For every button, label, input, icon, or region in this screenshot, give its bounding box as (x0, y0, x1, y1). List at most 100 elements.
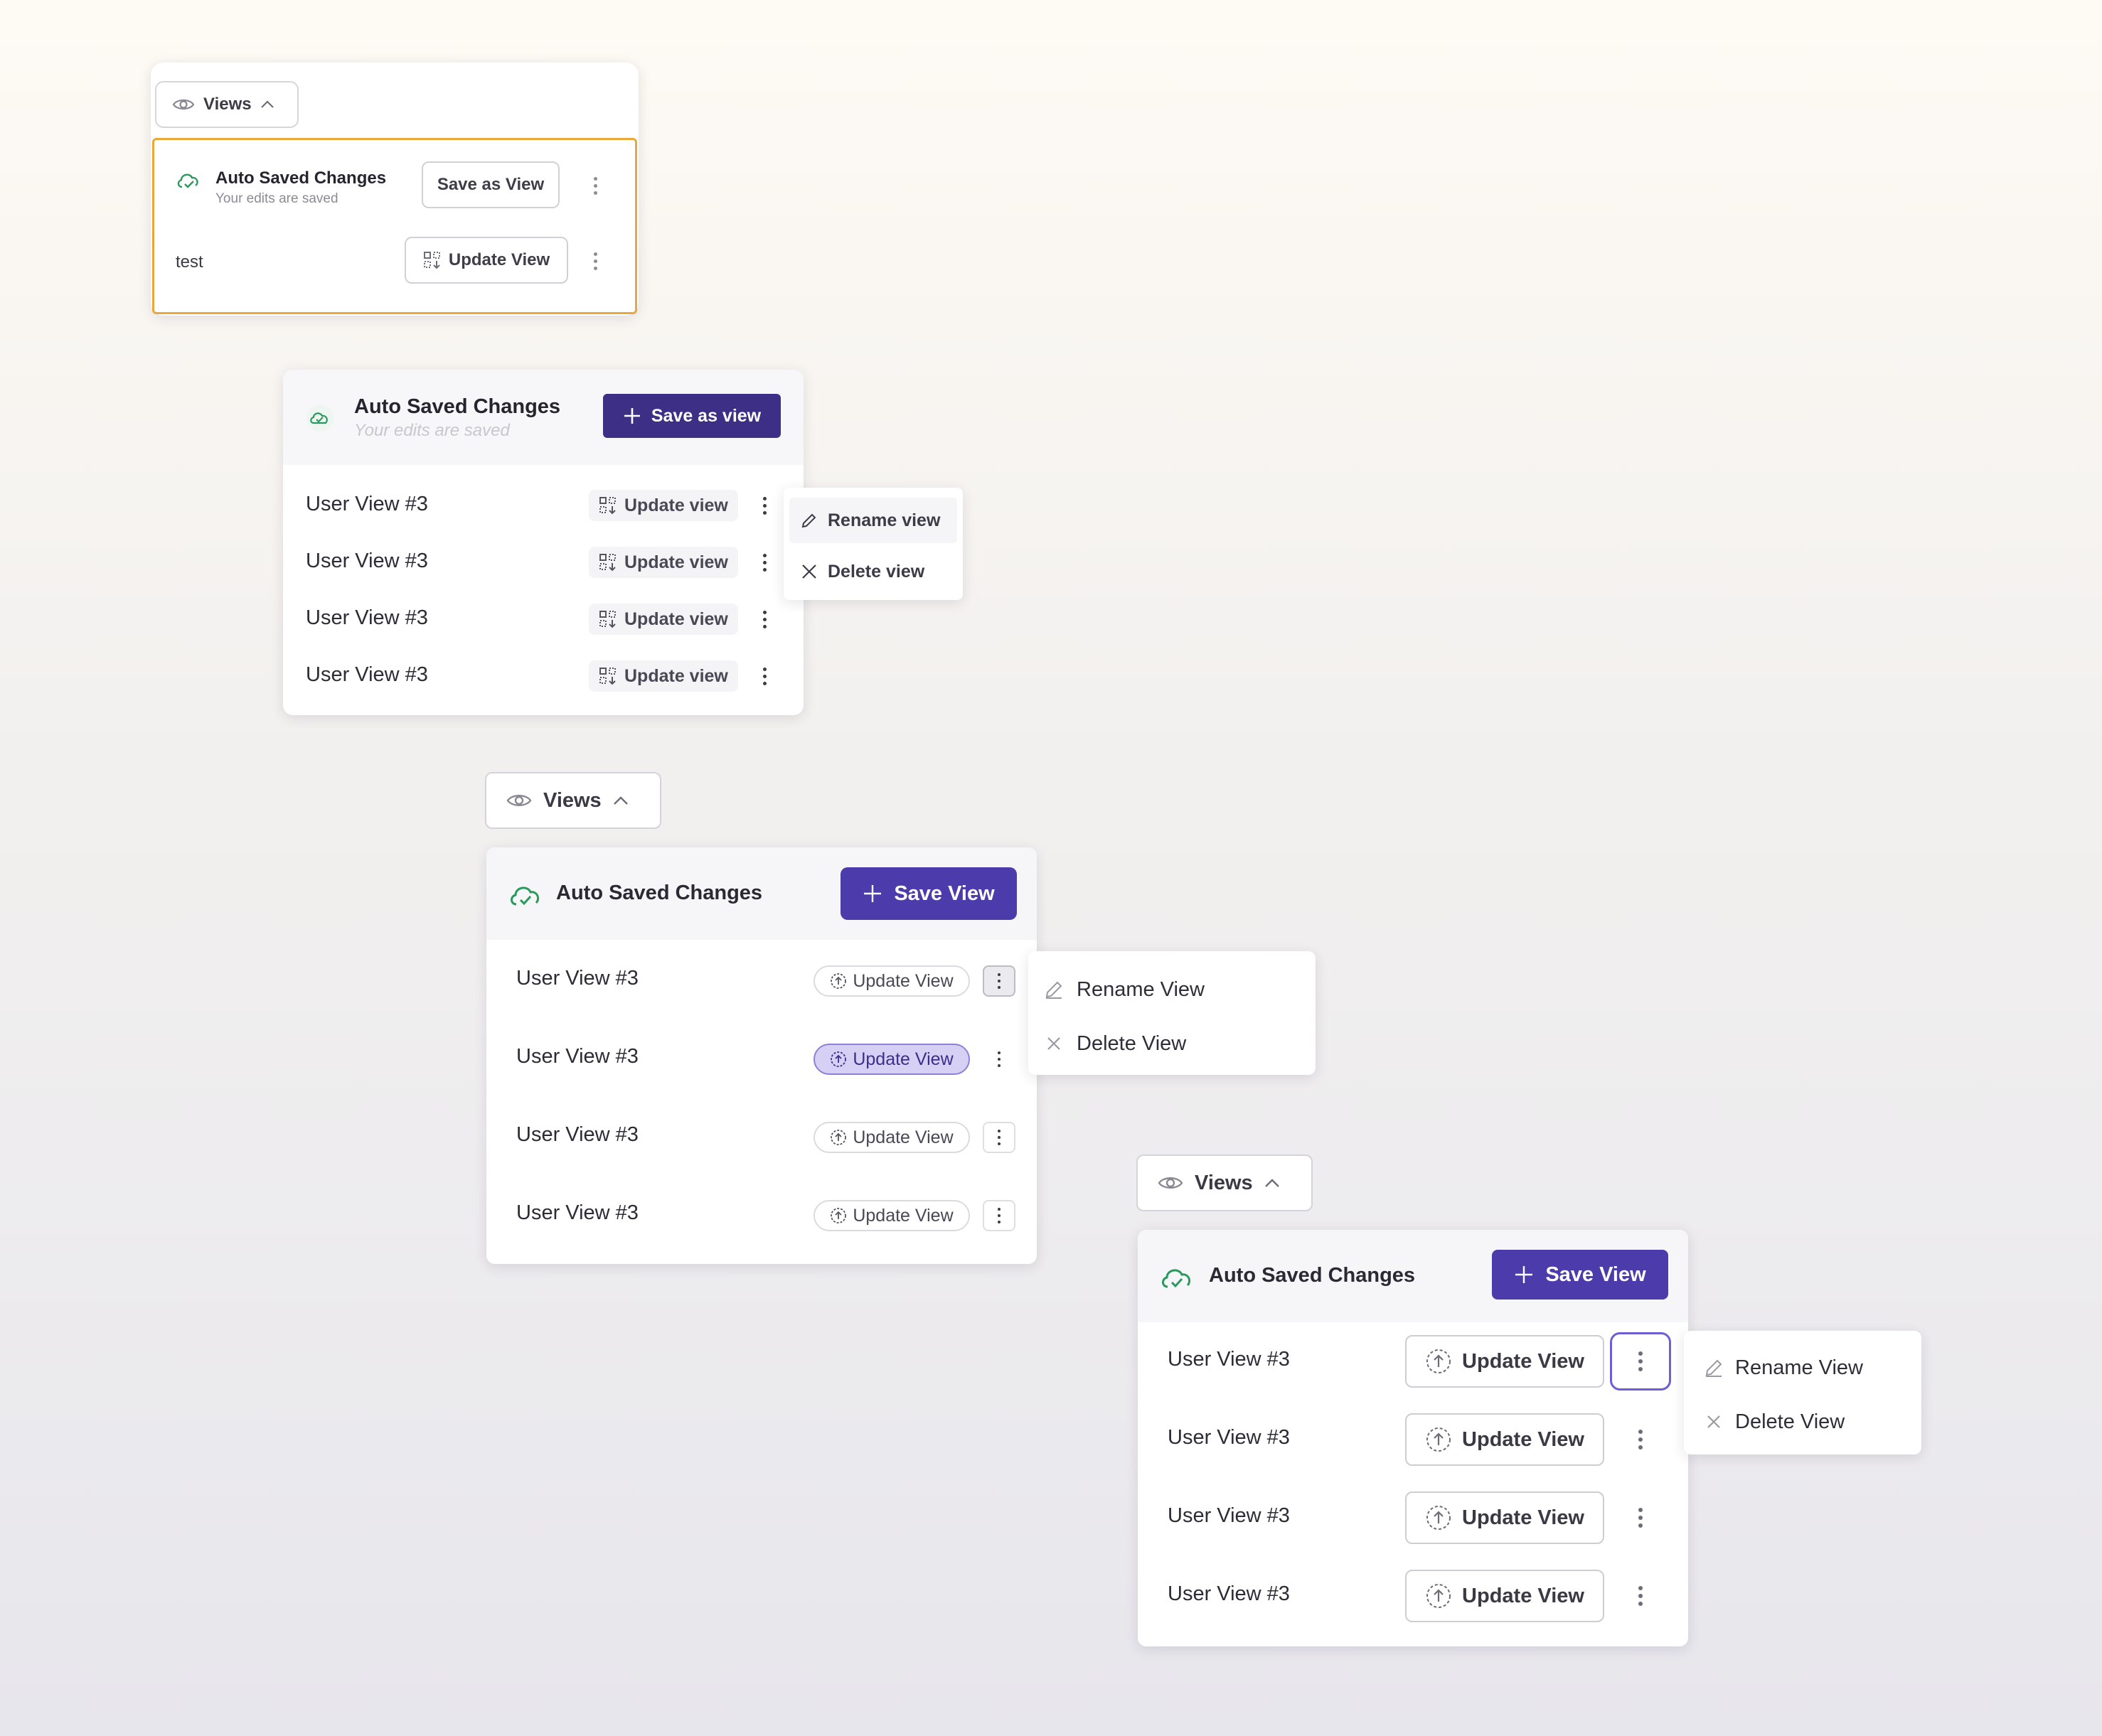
view-row[interactable]: User View #3 Update View (1138, 1479, 1688, 1557)
update-view-button[interactable]: Update View (1405, 1335, 1604, 1388)
views-toggle-label: Views (1195, 1171, 1253, 1194)
views-dropdown: Auto Saved Changes Your edits are saved … (152, 138, 637, 314)
auto-saved-subtitle: Your edits are saved (215, 191, 338, 206)
update-view-icon (599, 667, 617, 685)
view-row[interactable]: User View #3 Update view (283, 477, 804, 534)
update-view-button[interactable]: Update View (1405, 1491, 1604, 1544)
save-as-view-button[interactable]: Save as view (603, 394, 781, 438)
delete-view-label: Delete view (828, 561, 925, 582)
update-view-button[interactable]: Update view (589, 660, 738, 692)
view-row[interactable]: User View #3 Update View (486, 941, 1037, 1019)
update-view-button[interactable]: Update view (589, 547, 738, 578)
views-toggle-label: Views (203, 95, 252, 114)
rename-view-label: Rename View (1077, 977, 1205, 1001)
chevron-up-icon (613, 795, 629, 805)
update-view-label: Update View (853, 970, 954, 991)
view-row[interactable]: User View #3 Update View (1138, 1400, 1688, 1479)
view-row[interactable]: User View #3 Update view (283, 648, 804, 704)
rename-view-label: Rename View (1735, 1356, 1864, 1379)
save-view-button[interactable]: Save View (1492, 1250, 1668, 1300)
more-options-button[interactable] (1610, 1567, 1671, 1625)
more-options-icon[interactable] (588, 171, 602, 200)
more-options-button[interactable] (1610, 1410, 1671, 1469)
upload-circle-icon (830, 1051, 847, 1068)
view-row[interactable]: User View #3 Update view (283, 591, 804, 648)
view-row[interactable]: User View #3 Update View (486, 1019, 1037, 1098)
update-view-button[interactable]: Update View (405, 237, 568, 284)
panel-header: Auto Saved Changes Your edits are saved … (283, 370, 804, 465)
update-view-icon (423, 251, 442, 269)
more-options-icon[interactable] (754, 660, 775, 692)
delete-view-menu-item[interactable]: Delete View (1044, 1022, 1186, 1065)
views-toggle-button[interactable]: Views (485, 772, 661, 829)
more-options-button[interactable] (983, 965, 1015, 997)
view-context-menu: Rename View Delete View (1684, 1331, 1921, 1454)
eye-icon (506, 792, 532, 809)
more-options-icon[interactable] (754, 490, 775, 521)
close-icon (801, 563, 818, 580)
rename-view-menu-item[interactable]: Rename View (1704, 1346, 1863, 1389)
update-view-button[interactable]: Update View (1405, 1413, 1604, 1466)
view-name: User View #3 (1168, 1582, 1290, 1605)
update-view-label: Update view (624, 552, 728, 572)
views-toggle-button[interactable]: Views (155, 81, 299, 128)
update-view-label: Update View (1462, 1506, 1584, 1529)
update-view-label: Update View (1462, 1349, 1584, 1373)
upload-circle-icon (830, 973, 847, 990)
more-options-button[interactable] (983, 1044, 1015, 1075)
view-name: User View #3 (306, 663, 428, 686)
update-view-button[interactable]: Update view (589, 604, 738, 635)
auto-saved-subtitle: Your edits are saved (354, 421, 510, 440)
upload-circle-icon (1425, 1582, 1452, 1609)
update-view-button[interactable]: Update view (589, 490, 738, 521)
auto-saved-title: Auto Saved Changes (215, 168, 387, 188)
view-context-menu: Rename View Delete View (1028, 951, 1316, 1075)
update-view-button[interactable]: Update View (813, 1044, 970, 1075)
pencil-icon (1044, 980, 1064, 1000)
view-row[interactable]: User View #3 Update view (283, 534, 804, 591)
update-view-button[interactable]: Update View (813, 965, 970, 997)
save-view-button[interactable]: Save View (841, 867, 1017, 920)
plus-icon (1514, 1265, 1534, 1285)
delete-view-menu-item[interactable]: Delete View (1704, 1400, 1845, 1443)
update-view-label: Update view (624, 609, 728, 629)
views-toggle-button[interactable]: Views (1136, 1154, 1313, 1211)
rename-view-menu-item[interactable]: Rename View (1044, 968, 1205, 1011)
views-panel-c: Auto Saved Changes Save View User View #… (486, 847, 1037, 1264)
eye-icon (172, 97, 195, 112)
view-name: User View #3 (1168, 1504, 1290, 1527)
view-row[interactable]: User View #3 Update View (486, 1098, 1037, 1176)
chevron-up-icon (260, 100, 274, 109)
view-row[interactable]: User View #3 Update View (1138, 1322, 1688, 1400)
view-name: User View #3 (1168, 1348, 1290, 1371)
panel-header: Auto Saved Changes Save View (1138, 1230, 1688, 1322)
save-as-view-button[interactable]: Save as View (422, 161, 560, 208)
more-options-icon[interactable] (754, 547, 775, 578)
pencil-icon (801, 512, 818, 529)
view-name: User View #3 (1168, 1426, 1290, 1449)
more-options-button[interactable] (983, 1200, 1015, 1231)
more-options-button[interactable] (1610, 1489, 1671, 1547)
more-options-icon[interactable] (588, 247, 602, 275)
more-options-icon[interactable] (754, 604, 775, 635)
update-view-button[interactable]: Update View (813, 1200, 970, 1231)
view-name: test (176, 252, 203, 272)
view-row[interactable]: test Update View (176, 237, 614, 286)
delete-view-menu-item[interactable]: Delete view (789, 549, 957, 594)
delete-view-label: Delete View (1735, 1410, 1845, 1433)
save-view-label: Save View (1545, 1263, 1646, 1286)
auto-saved-row: Auto Saved Changes Your edits are saved … (176, 161, 614, 211)
more-options-button[interactable] (1610, 1332, 1671, 1391)
upload-circle-icon (830, 1207, 847, 1224)
view-row[interactable]: User View #3 Update View (1138, 1557, 1688, 1635)
view-name: User View #3 (306, 550, 428, 572)
update-view-button[interactable]: Update View (1405, 1570, 1604, 1622)
update-view-button[interactable]: Update View (813, 1122, 970, 1153)
view-name: User View #3 (516, 1123, 639, 1146)
cloud-check-icon (508, 880, 543, 909)
more-options-button[interactable] (983, 1122, 1015, 1153)
update-view-icon (599, 553, 617, 572)
view-row[interactable]: User View #3 Update View (486, 1176, 1037, 1254)
cloud-check-icon (306, 404, 334, 432)
rename-view-menu-item[interactable]: Rename view (789, 498, 957, 543)
